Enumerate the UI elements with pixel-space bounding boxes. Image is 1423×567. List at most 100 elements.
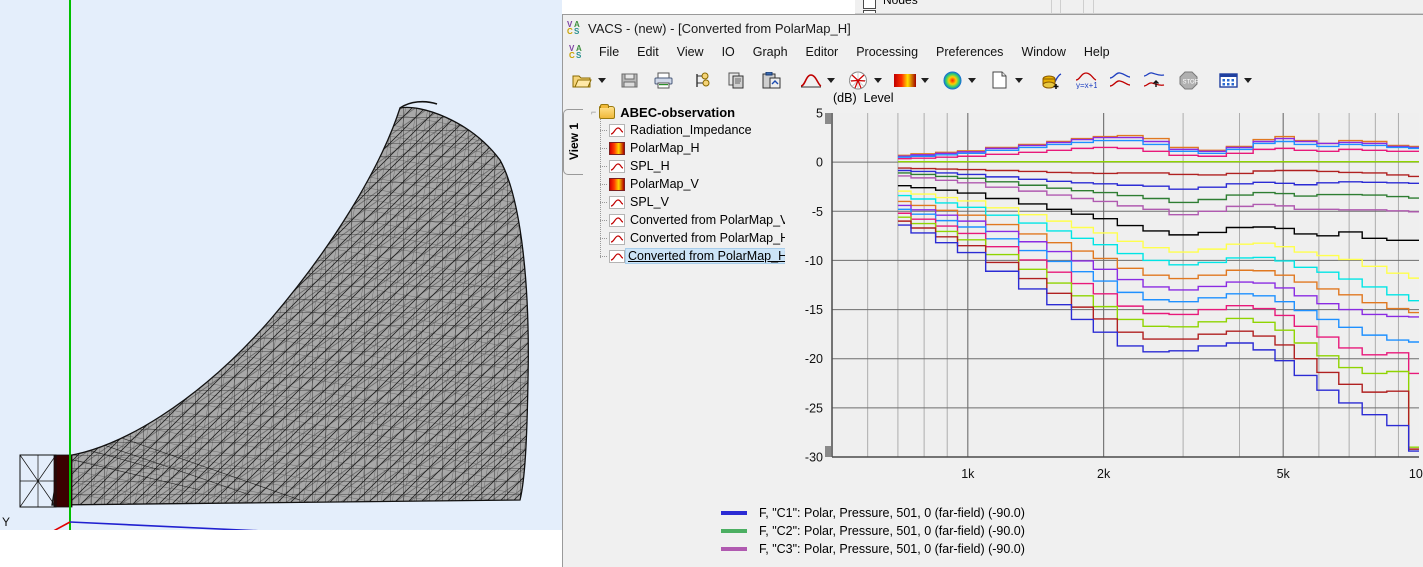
print-icon[interactable] (650, 67, 676, 93)
curve-graph-icon[interactable] (798, 67, 824, 93)
vacs-main-body: View 1 ⌐ ABEC-observation Radiation_Impe… (563, 91, 1423, 567)
svg-text:1k: 1k (961, 467, 975, 481)
tree-item-spl-h[interactable]: SPL_H (585, 157, 785, 175)
svg-text:-5: -5 (812, 205, 823, 219)
svg-text:-10: -10 (805, 254, 823, 268)
table-icon[interactable] (1215, 67, 1241, 93)
legend-swatch (721, 511, 747, 515)
new-page-icon[interactable] (986, 67, 1012, 93)
menu-file[interactable]: File (590, 43, 628, 61)
svg-text:5k: 5k (1277, 467, 1291, 481)
axis-label-y: Y (2, 515, 11, 529)
nodes-checkbox[interactable] (863, 0, 876, 9)
tree-tick (600, 238, 607, 239)
tree-item-spl-v[interactable]: SPL_V (585, 193, 785, 211)
copy-icon[interactable] (724, 67, 750, 93)
tree-item-label: Converted from PolarMap_H (630, 231, 785, 245)
curve-icon (609, 195, 625, 209)
abec-3d-viewport[interactable]: Y X (0, 0, 562, 530)
vacs-window[interactable]: V A C S VACS - (new) - [Converted from P… (562, 14, 1423, 567)
polar-graph-icon[interactable] (845, 67, 871, 93)
sphere-map-icon[interactable] (939, 67, 965, 93)
legend-entry-c2[interactable]: F, "C2": Polar, Pressure, 501, 0 (far-fi… (721, 522, 1421, 540)
tree-expand-toggle[interactable]: ⌐ (591, 107, 596, 117)
level-vs-frequency-plot[interactable]: 5 0 -5 -10 -15 -20 -25 -30 1k 2k 5k 10k (785, 105, 1423, 515)
tree-tick (600, 220, 607, 221)
sphere-map-dropdown-arrow[interactable] (965, 67, 978, 93)
tree-root-abec-observation[interactable]: ⌐ ABEC-observation (585, 103, 785, 121)
chart-panel[interactable]: (dB) Level 5 0 -5 -10 -15 -20 -25 -30 1k 2k 5k 10k (785, 91, 1423, 567)
tree-tick (600, 202, 607, 203)
tree-item-radiation-impedance[interactable]: Radiation_Impedance (585, 121, 785, 139)
properties-icon[interactable] (690, 67, 716, 93)
chart-legend: F, "C1": Polar, Pressure, 501, 0 (far-fi… (721, 504, 1421, 558)
menu-view[interactable]: View (668, 43, 713, 61)
tree-item-label: SPL_H (630, 159, 670, 173)
tree-root-label: ABEC-observation (620, 104, 736, 120)
menu-help[interactable]: Help (1075, 43, 1119, 61)
menu-system-icon[interactable]: V A C S (569, 44, 584, 60)
open-icon[interactable] (569, 67, 595, 93)
legend-swatch (721, 547, 747, 551)
export-curve-icon[interactable] (1141, 67, 1167, 93)
coordinate-axes (53, 0, 259, 530)
chart-level-label: Level (863, 91, 894, 105)
color-map-icon[interactable] (892, 67, 918, 93)
compare-curves-icon[interactable] (1107, 67, 1133, 93)
tree-item-label: Radiation_Impedance (630, 123, 752, 137)
menu-window[interactable]: Window (1012, 43, 1074, 61)
tool-bar[interactable]: y=x+1 STOP (563, 63, 1423, 97)
color-map-dropdown-arrow[interactable] (918, 67, 931, 93)
curve-icon (609, 213, 625, 227)
polar-graph-dropdown-arrow[interactable] (871, 67, 884, 93)
menu-io[interactable]: IO (713, 43, 744, 61)
legend-swatch (721, 529, 747, 533)
menu-graph[interactable]: Graph (744, 43, 797, 61)
stop-icon[interactable]: STOP (1175, 67, 1201, 93)
data-tree-panel[interactable]: ⌐ ABEC-observation Radiation_Impedance P… (585, 97, 785, 567)
curve-graph-dropdown-arrow[interactable] (824, 67, 837, 93)
svg-text:5: 5 (816, 107, 823, 121)
abec-lower-strip (0, 530, 562, 567)
curve-icon (609, 249, 625, 263)
tree-item-converted-2[interactable]: Converted from PolarMap_H (585, 229, 785, 247)
menu-edit[interactable]: Edit (628, 43, 668, 61)
dialog-separator (1093, 0, 1094, 13)
svg-text:2k: 2k (1097, 467, 1111, 481)
paste-icon[interactable] (758, 67, 784, 93)
colormap-icon (609, 141, 625, 155)
tree-item-polarmap-v[interactable]: PolarMap_V (585, 175, 785, 193)
open-dropdown-arrow[interactable] (595, 67, 608, 93)
svg-text:-25: -25 (805, 401, 823, 415)
table-dropdown-arrow[interactable] (1241, 67, 1254, 93)
tree-tick (600, 184, 607, 185)
svg-text:-15: -15 (805, 303, 823, 317)
dialog-separator (1051, 0, 1052, 13)
legend-label: F, "C3": Polar, Pressure, 501, 0 (far-fi… (759, 542, 1025, 556)
curve-icon (609, 231, 625, 245)
svg-text:-30: -30 (805, 451, 823, 465)
legend-entry-c1[interactable]: F, "C1": Polar, Pressure, 501, 0 (far-fi… (721, 504, 1421, 522)
vacs-titlebar[interactable]: V A C S VACS - (new) - [Converted from P… (563, 15, 1423, 41)
svg-text:STOP: STOP (1182, 79, 1198, 85)
new-page-dropdown-arrow[interactable] (1012, 67, 1025, 93)
tree-item-polarmap-h[interactable]: PolarMap_H (585, 139, 785, 157)
tree-item-converted-1[interactable]: Converted from PolarMap_V (585, 211, 785, 229)
colormap-icon (609, 177, 625, 191)
legend-entry-c3[interactable]: F, "C3": Polar, Pressure, 501, 0 (far-fi… (721, 540, 1421, 558)
tree-item-label: SPL_V (630, 195, 669, 209)
tree-tick (600, 166, 607, 167)
add-data-icon[interactable] (1039, 67, 1065, 93)
save-icon[interactable] (616, 67, 642, 93)
background-dialog-strip[interactable]: Nodes (855, 0, 1423, 14)
menu-editor[interactable]: Editor (797, 43, 848, 61)
menu-processing[interactable]: Processing (847, 43, 927, 61)
tab-view-1[interactable]: View 1 (563, 109, 583, 175)
formula-icon[interactable]: y=x+1 (1073, 67, 1099, 93)
tree-item-converted-3-selected[interactable]: Converted from PolarMap_H (585, 247, 785, 265)
legend-label: F, "C2": Polar, Pressure, 501, 0 (far-fi… (759, 524, 1025, 538)
svg-text:0: 0 (816, 156, 823, 170)
vacs-logo-icon: V A C S (567, 20, 582, 36)
menu-preferences[interactable]: Preferences (927, 43, 1012, 61)
menu-bar[interactable]: V A C S File Edit View IO Graph Editor P… (563, 41, 1423, 63)
